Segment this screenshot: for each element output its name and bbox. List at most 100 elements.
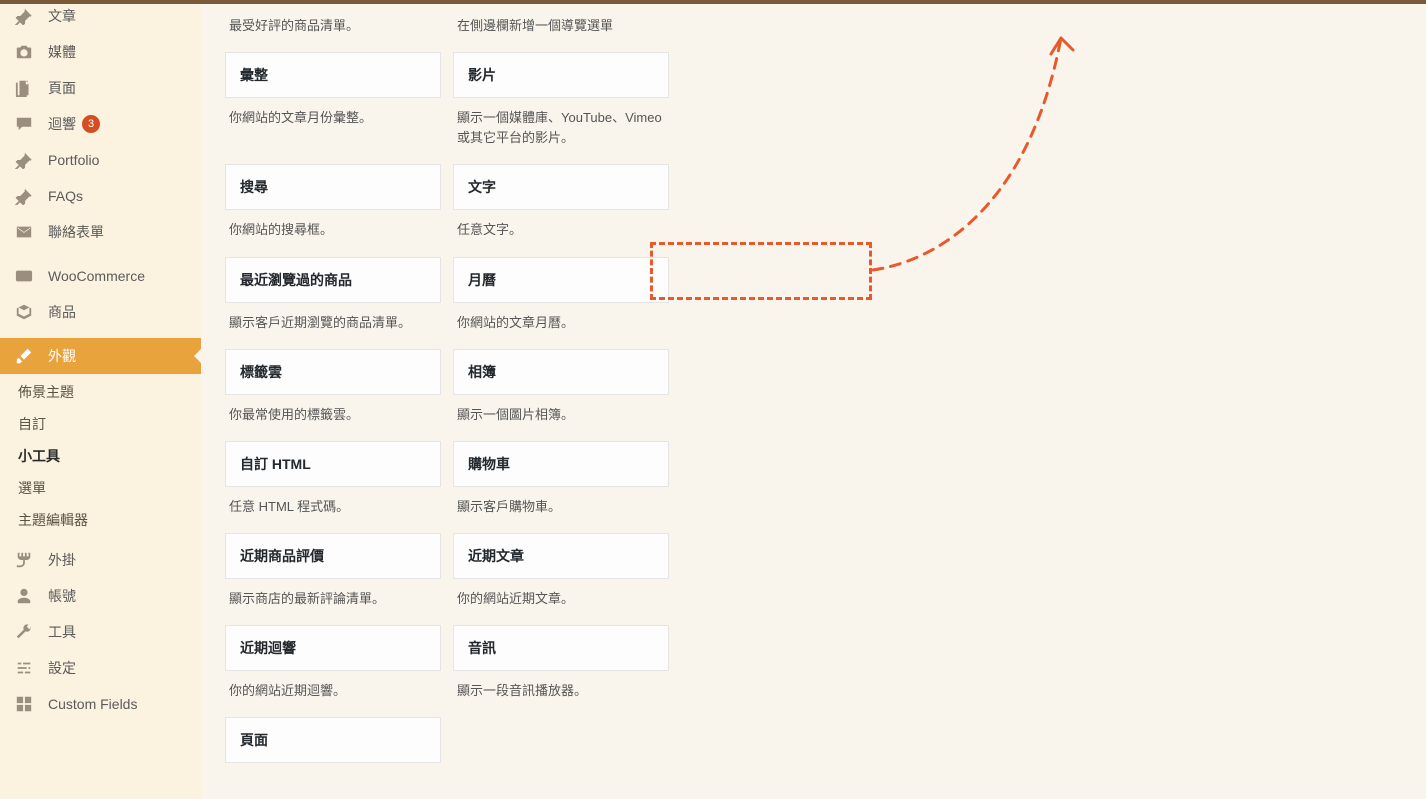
- widget-description: 顯示客戶近期瀏覽的商品清單。: [225, 303, 441, 337]
- submenu-item[interactable]: 主題編輯器: [0, 504, 201, 536]
- widget-description: 你的網站近期迴響。: [225, 671, 441, 705]
- widget-cell: 音訊顯示一段音訊播放器。: [453, 625, 669, 705]
- sidebar-item-comments[interactable]: 迴響 3: [0, 106, 201, 142]
- widget-cell: 標籤雲你最常使用的標籤雲。: [225, 349, 441, 429]
- widget-cell: 近期迴響你的網站近期迴響。: [225, 625, 441, 705]
- widget-box[interactable]: 購物車: [453, 441, 669, 487]
- sidebar-item-label: 商品: [48, 302, 76, 322]
- admin-sidebar: 文章媒體頁面迴響 3 Portfolio FAQs 聯絡表單 WooCommerce 商品外…: [0, 4, 201, 799]
- widget-cell: 自訂 HTML任意 HTML 程式碼。: [225, 441, 441, 521]
- sidebar-item-plugins[interactable]: 外掛: [0, 542, 201, 578]
- submenu-item[interactable]: 小工具: [0, 440, 201, 472]
- widget-description: 顯示商店的最新評論清單。: [225, 579, 441, 613]
- widget-box[interactable]: 音訊: [453, 625, 669, 671]
- sidebar-item-faqs[interactable]: FAQs: [0, 178, 201, 214]
- widgets-content: 最受好評的商品清單。在側邊欄新增一個導覽選單彙整你網站的文章月份彙整。影片顯示一…: [201, 4, 1426, 799]
- sidebar-item-custom-fields[interactable]: Custom Fields: [0, 686, 201, 722]
- sidebar-item-woocommerce[interactable]: WooCommerce: [0, 258, 201, 294]
- menu-separator: [0, 250, 201, 258]
- brush-icon: [14, 346, 34, 366]
- widget-cell: 購物車顯示客戶購物車。: [453, 441, 669, 521]
- widget-cell: 最近瀏覽過的商品顯示客戶近期瀏覽的商品清單。: [225, 257, 441, 337]
- widget-description: 你網站的文章月份彙整。: [225, 98, 441, 132]
- pages-icon: [14, 78, 34, 98]
- widget-box[interactable]: 搜尋: [225, 164, 441, 210]
- widgets-available-grid: 最受好評的商品清單。在側邊欄新增一個導覽選單彙整你網站的文章月份彙整。影片顯示一…: [225, 16, 1402, 775]
- widget-box[interactable]: 文字: [453, 164, 669, 210]
- widget-description: 顯示一個媒體庫、YouTube、Vimeo 或其它平台的影片。: [453, 98, 669, 152]
- wrench-icon: [14, 622, 34, 642]
- sidebar-item-contact[interactable]: 聯絡表單: [0, 214, 201, 250]
- widget-description: 任意 HTML 程式碼。: [225, 487, 441, 521]
- sidebar-item-label: Portfolio: [48, 152, 99, 168]
- widget-description: 任意文字。: [453, 210, 669, 244]
- widget-description: 你網站的搜尋框。: [225, 210, 441, 244]
- sidebar-item-posts[interactable]: 文章: [0, 6, 201, 34]
- sidebar-item-appearance[interactable]: 外觀: [0, 338, 201, 374]
- sidebar-item-label: 聯絡表單: [48, 222, 104, 242]
- sidebar-item-label: 頁面: [48, 78, 76, 98]
- widget-description: 你網站的文章月曆。: [453, 303, 669, 337]
- menu-separator: [0, 330, 201, 338]
- widget-box[interactable]: 最近瀏覽過的商品: [225, 257, 441, 303]
- widget-description: 最受好評的商品清單。: [225, 16, 441, 40]
- plug-icon: [14, 550, 34, 570]
- widget-description: 顯示一段音訊播放器。: [453, 671, 669, 705]
- widget-description: 你的網站近期文章。: [453, 579, 669, 613]
- widget-box[interactable]: 近期迴響: [225, 625, 441, 671]
- pin-icon: [14, 186, 34, 206]
- sidebar-item-label: 帳號: [48, 586, 76, 606]
- submenu-item[interactable]: 選單: [0, 472, 201, 504]
- sidebar-item-products[interactable]: 商品: [0, 294, 201, 330]
- woo-icon: [14, 266, 34, 286]
- widget-box[interactable]: 彙整: [225, 52, 441, 98]
- sidebar-item-label: 外掛: [48, 550, 76, 570]
- submenu-item[interactable]: 佈景主題: [0, 376, 201, 408]
- widget-box[interactable]: 頁面: [225, 717, 441, 763]
- submenu-item[interactable]: 自訂: [0, 408, 201, 440]
- user-icon: [14, 586, 34, 606]
- widget-box[interactable]: 標籤雲: [225, 349, 441, 395]
- pin-icon: [14, 6, 34, 26]
- widget-description: 顯示客戶購物車。: [453, 487, 669, 521]
- sidebar-item-label: 設定: [48, 658, 76, 678]
- widget-cell: 彙整你網站的文章月份彙整。: [225, 52, 441, 132]
- sidebar-item-pages[interactable]: 頁面: [0, 70, 201, 106]
- sidebar-item-users[interactable]: 帳號: [0, 578, 201, 614]
- sidebar-item-label: 媒體: [48, 42, 76, 62]
- sidebar-item-label: 文章: [48, 6, 76, 26]
- sidebar-item-media[interactable]: 媒體: [0, 34, 201, 70]
- sidebar-item-portfolio[interactable]: Portfolio: [0, 142, 201, 178]
- sidebar-item-tools[interactable]: 工具: [0, 614, 201, 650]
- widget-box[interactable]: 近期商品評價: [225, 533, 441, 579]
- widget-cell: 文字任意文字。: [453, 164, 669, 244]
- comments-count-badge: 3: [82, 115, 100, 133]
- camera-icon: [14, 42, 34, 62]
- widget-box[interactable]: 自訂 HTML: [225, 441, 441, 487]
- sliders-icon: [14, 658, 34, 678]
- widget-cell: 近期文章你的網站近期文章。: [453, 533, 669, 613]
- sidebar-item-label: 工具: [48, 622, 76, 642]
- widget-box[interactable]: 月曆: [453, 257, 669, 303]
- widget-box[interactable]: 影片: [453, 52, 669, 98]
- sidebar-item-label: WooCommerce: [48, 268, 145, 284]
- widget-cell: 近期商品評價顯示商店的最新評論清單。: [225, 533, 441, 613]
- sidebar-item-label: Custom Fields: [48, 696, 137, 712]
- mail-icon: [14, 222, 34, 242]
- widget-cell: 影片顯示一個媒體庫、YouTube、Vimeo 或其它平台的影片。: [453, 52, 669, 152]
- sidebar-item-label: FAQs: [48, 188, 83, 204]
- widget-description: 你最常使用的標籤雲。: [225, 395, 441, 429]
- widget-box[interactable]: 近期文章: [453, 533, 669, 579]
- sidebar-item-settings[interactable]: 設定: [0, 650, 201, 686]
- widget-description: 顯示一個圖片相簿。: [453, 395, 669, 429]
- sidebar-item-label: 迴響: [48, 114, 76, 134]
- widget-cell: 最受好評的商品清單。: [225, 16, 441, 40]
- widget-cell: 頁面: [225, 717, 441, 763]
- appearance-submenu: 佈景主題自訂小工具選單主題編輯器: [0, 374, 201, 542]
- sidebar-item-label: 外觀: [48, 346, 76, 366]
- grid-icon: [14, 694, 34, 714]
- widget-cell: 月曆你網站的文章月曆。: [453, 257, 669, 337]
- widget-cell: 相簿顯示一個圖片相簿。: [453, 349, 669, 429]
- widget-description: 在側邊欄新增一個導覽選單: [453, 16, 669, 40]
- widget-box[interactable]: 相簿: [453, 349, 669, 395]
